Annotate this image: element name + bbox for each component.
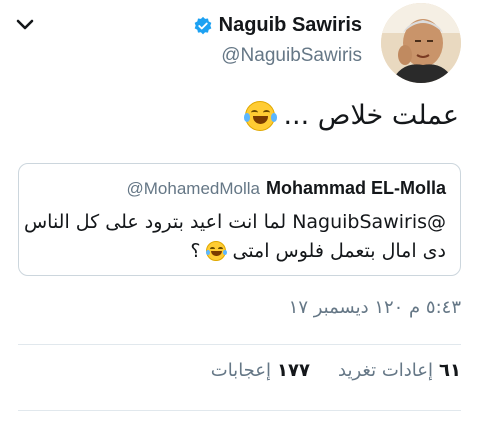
quoted-tweet-line-2: دى امال بتعمل فلوس امتى ؟ — [190, 240, 446, 262]
quoted-tweet-line-2-text: دى امال بتعمل فلوس امتى — [232, 240, 446, 262]
tears-of-joy-emoji-icon — [205, 241, 228, 261]
quoted-tweet-card[interactable]: @MohamedMolla Mohammad EL-Molla @NaguibS… — [18, 163, 461, 276]
divider — [18, 410, 461, 411]
author-name-row: Naguib Sawiris — [193, 14, 362, 37]
likes-count: ١٧٧ — [277, 360, 311, 381]
quoted-author-name: Mohammad EL-Molla — [265, 178, 446, 198]
retweets-count: ٦١ — [439, 360, 461, 381]
quoted-tweet-header: @MohamedMolla Mohammad EL-Molla — [127, 178, 447, 199]
retweets-stat[interactable]: ٦١ إعادات تغريد — [338, 360, 461, 381]
avatar[interactable] — [381, 3, 461, 83]
author-display-name[interactable]: Naguib Sawiris — [219, 14, 362, 37]
retweets-label: إعادات تغريد — [338, 360, 434, 381]
tears-of-joy-emoji-icon — [243, 100, 278, 131]
author-handle[interactable]: @NaguibSawiris — [221, 45, 362, 67]
tweet-stats: ٦١ إعادات تغريد ١٧٧ إعجابات — [211, 360, 461, 381]
quoted-tweet-question-mark: ؟ — [190, 240, 201, 262]
quoted-author-handle: @MohamedMolla — [126, 179, 260, 198]
tweet-text: عملت خلاص ... — [283, 100, 459, 131]
divider — [18, 344, 461, 345]
quoted-tweet-line-1: @NaguibSawiris لما انت اعيد بترود على كل… — [23, 211, 446, 233]
tweet-timestamp[interactable]: ٥:٤٣ م ١٢٠ ديسمبر ١٧ — [289, 297, 461, 318]
likes-label: إعجابات — [210, 360, 272, 381]
chevron-down-icon[interactable] — [14, 14, 36, 36]
tweet-body: عملت خلاص ... — [243, 100, 459, 131]
likes-stat[interactable]: ١٧٧ إعجابات — [211, 360, 310, 381]
verified-badge-icon — [193, 16, 213, 36]
